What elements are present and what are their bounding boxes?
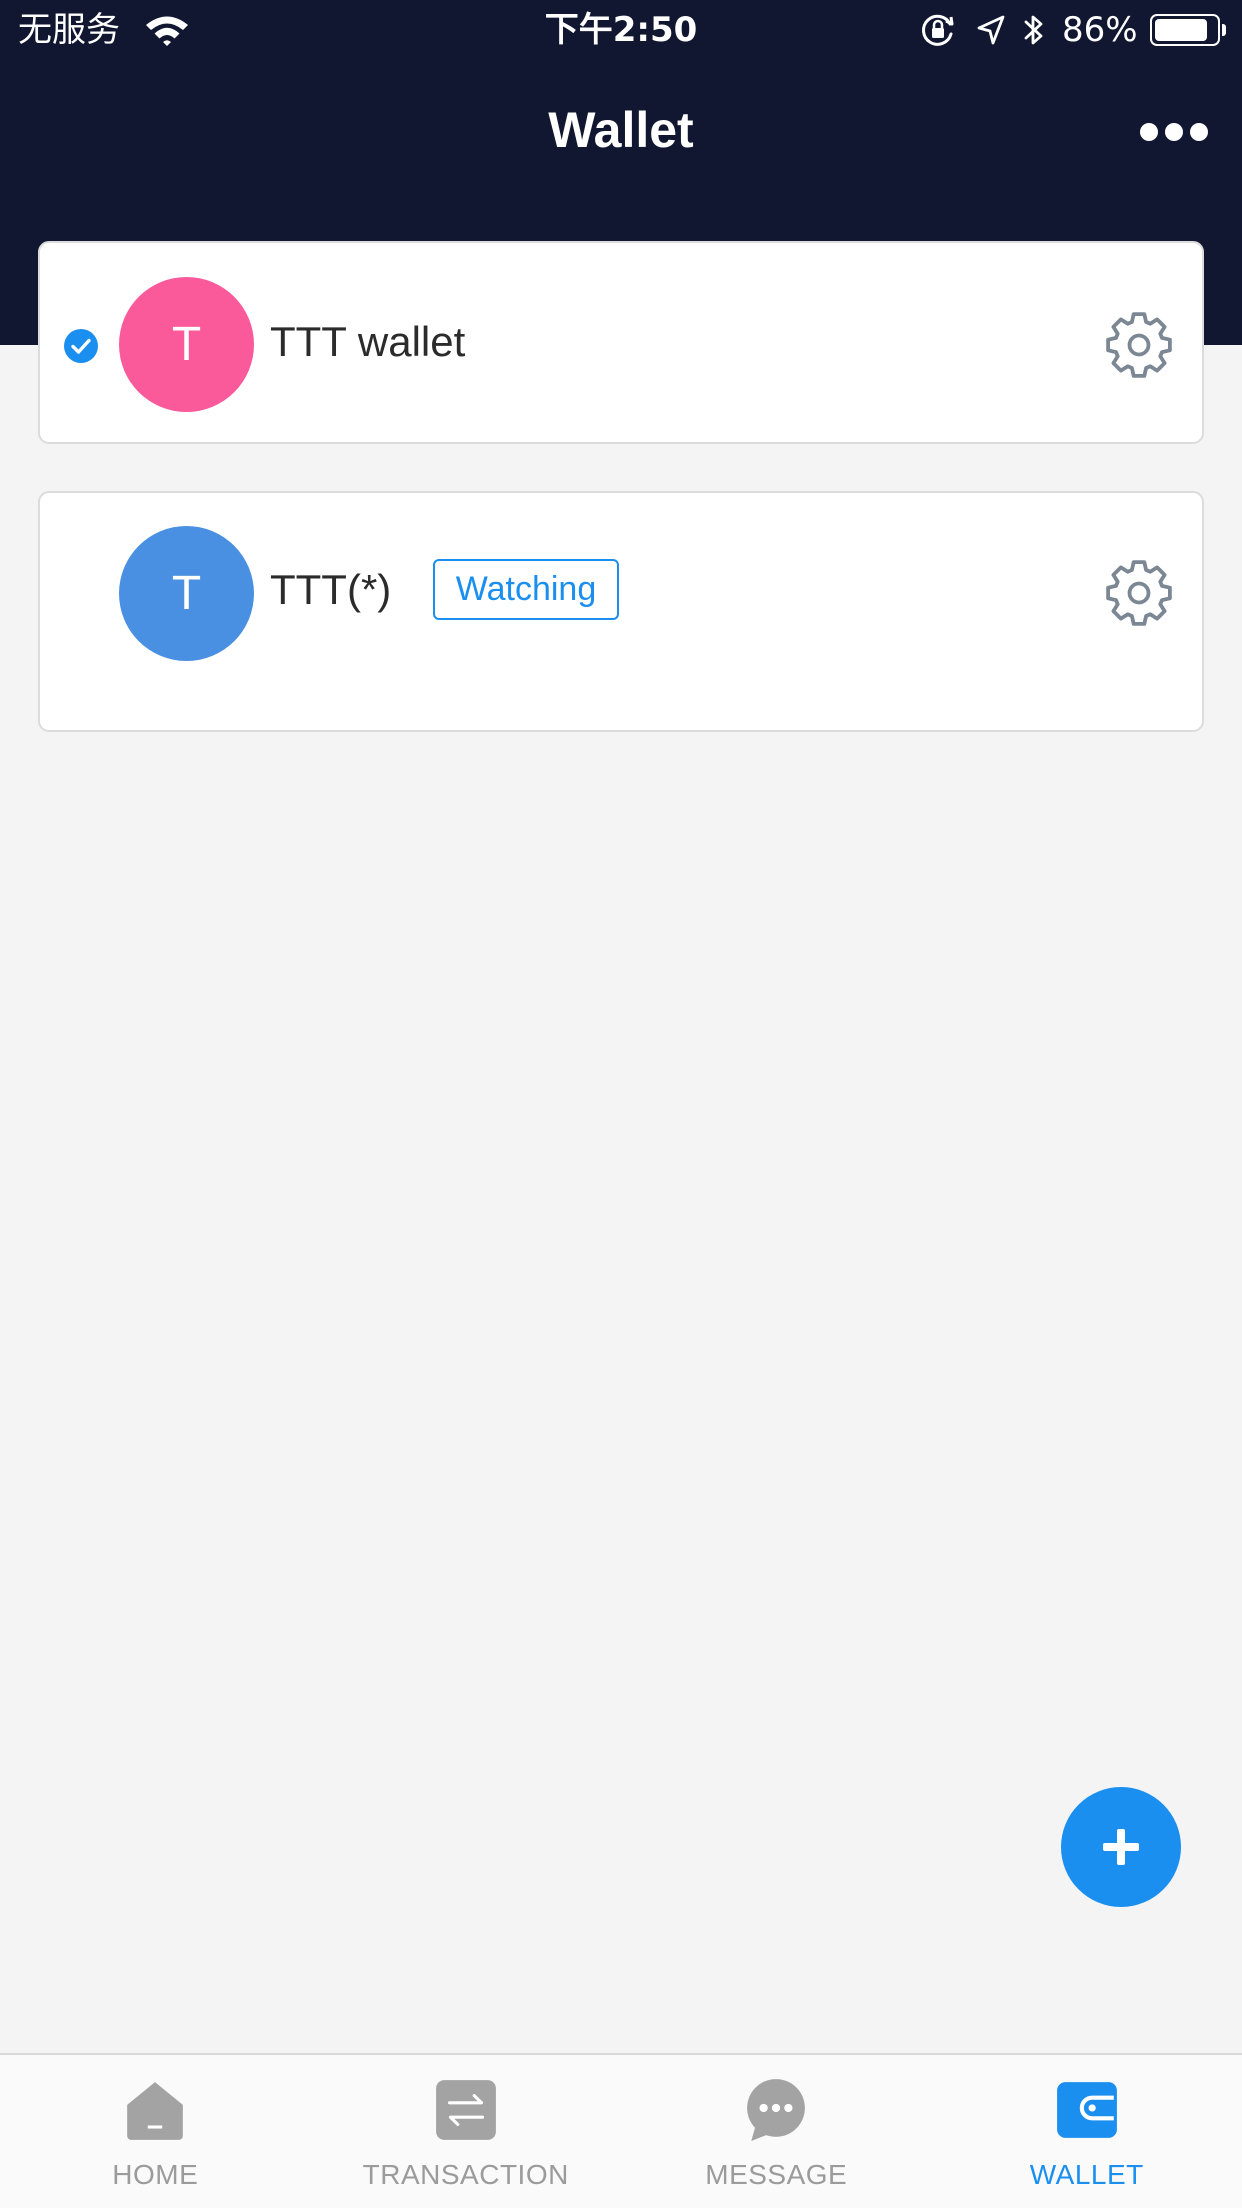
avatar: T xyxy=(119,277,254,412)
tab-wallet[interactable]: WALLET xyxy=(932,2055,1242,2208)
orientation-lock-icon xyxy=(922,14,954,46)
watching-badge: Watching xyxy=(433,559,619,620)
tab-label: HOME xyxy=(112,2159,199,2190)
message-icon xyxy=(747,2079,806,2141)
add-wallet-button[interactable] xyxy=(1061,1787,1181,1907)
clock: 下午2:50 xyxy=(544,10,698,50)
tab-label: TRANSACTION xyxy=(362,2159,569,2190)
transfer-icon xyxy=(435,2080,496,2140)
more-icon[interactable] xyxy=(1136,118,1212,146)
gear-icon[interactable] xyxy=(1104,310,1174,380)
home-icon xyxy=(127,2082,184,2140)
tab-home[interactable]: HOME xyxy=(0,2055,311,2208)
page-title: Wallet xyxy=(548,102,694,158)
wallet-name: TTT(*) xyxy=(270,566,392,613)
gear-icon[interactable] xyxy=(1104,558,1174,628)
gear-hole xyxy=(1127,333,1151,357)
tab-bar: HOME TRANSACTION MESSAGE WALLET xyxy=(0,2053,1242,2208)
avatar: T xyxy=(119,526,254,661)
tab-label: WALLET xyxy=(1029,2159,1144,2190)
gear-hole xyxy=(1127,581,1151,605)
wallet-card[interactable]: T TTT(*) Watching xyxy=(38,491,1204,732)
tab-transaction[interactable]: TRANSACTION xyxy=(311,2055,622,2208)
battery-fill xyxy=(1155,19,1207,41)
gear-outline xyxy=(1106,312,1172,378)
tab-label: MESSAGE xyxy=(705,2159,848,2190)
wallet-name: TTT wallet xyxy=(270,318,466,365)
check-icon xyxy=(64,329,98,363)
battery-percent: 86% xyxy=(1062,10,1138,50)
location-arrow-icon xyxy=(977,15,1005,45)
plus-icon xyxy=(1103,1829,1139,1865)
wallet-icon xyxy=(1056,2082,1117,2138)
tab-message[interactable]: MESSAGE xyxy=(621,2055,932,2208)
wallet-card[interactable]: T TTT wallet xyxy=(38,241,1204,444)
bluetooth-icon xyxy=(1024,15,1043,45)
battery-nub xyxy=(1222,24,1226,36)
battery-outline xyxy=(1150,14,1220,46)
gear-outline xyxy=(1106,560,1172,626)
battery-icon xyxy=(1150,14,1228,46)
